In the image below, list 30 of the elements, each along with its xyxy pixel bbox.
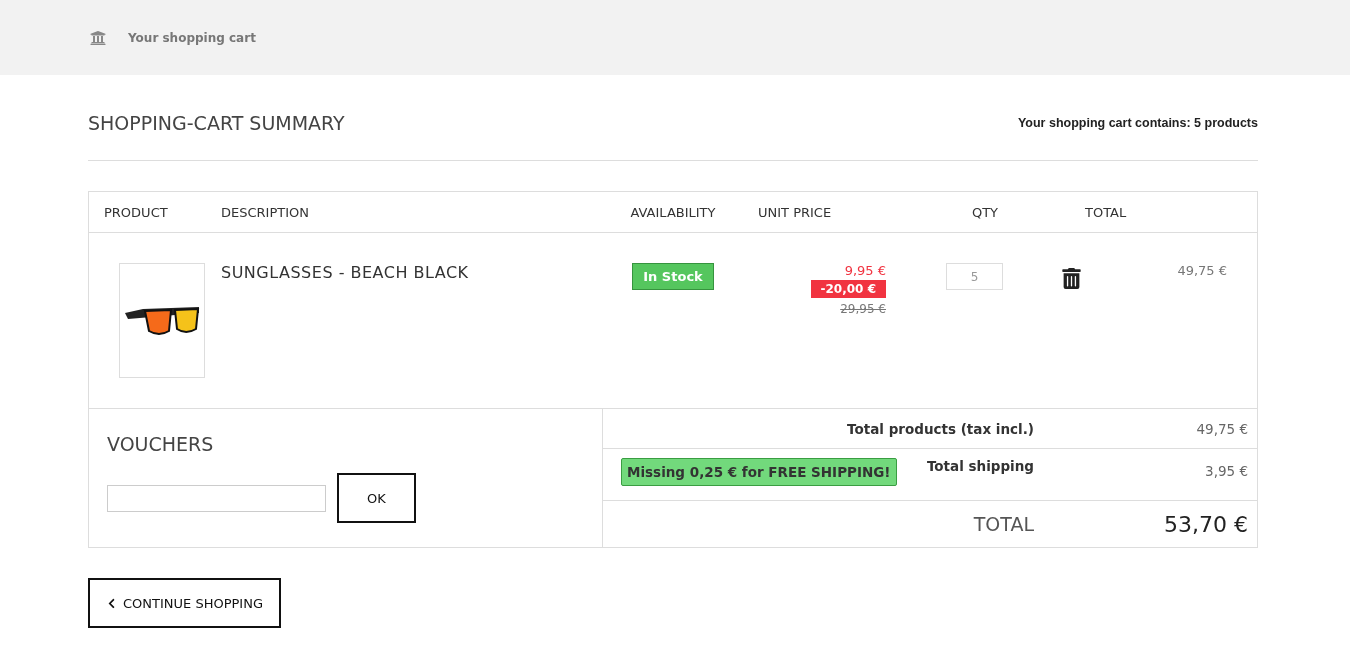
availability-label: In Stock [632,263,714,290]
totals-value: 53,70 € [1163,511,1249,537]
old-price: 29,95 € [840,302,886,316]
cart-count: Your shopping cart contains: 5 products [1017,115,1258,130]
totals-label: Total shipping [926,458,1034,474]
totals-label: TOTAL [973,513,1034,535]
ok-button[interactable]: OK [337,473,416,523]
bank-icon[interactable] [90,29,106,46]
vouchers-title: VOUCHERS [107,433,215,455]
column-header: TOTAL [1084,204,1128,220]
voucher-field[interactable] [107,484,326,512]
column-header: PRODUCT [103,204,169,220]
column-header: AVAILABILITY [629,204,717,220]
continue-shopping-button[interactable]: CONTINUE SHOPPING [88,578,281,628]
breadcrumb-current: Your shopping cart [128,30,256,45]
sunglasses-photo[interactable] [119,263,205,378]
totals-label: Total products (tax incl.) [847,420,1034,437]
column-header: DESCRIPTION [220,204,310,220]
page-title: SHOPPING-CART SUMMARY [88,111,345,134]
totals-value: 3,95 € [1204,463,1249,479]
totals-value: 49,75 € [1195,420,1249,437]
row-total: 49,75 € [1176,263,1228,278]
delete-button[interactable] [1061,268,1082,289]
column-header: UNIT PRICE [757,204,833,220]
chevron-left-icon [106,597,117,609]
free-shipping-notice: Missing 0,25 € for FREE SHIPPING! [621,458,897,486]
column-header: QTY [970,204,1000,220]
discount-label: -20,00 € [810,280,886,298]
unit-price: 9,95 € [844,263,886,278]
product-name[interactable]: SUNGLASSES - BEACH BLACK [206,263,603,282]
